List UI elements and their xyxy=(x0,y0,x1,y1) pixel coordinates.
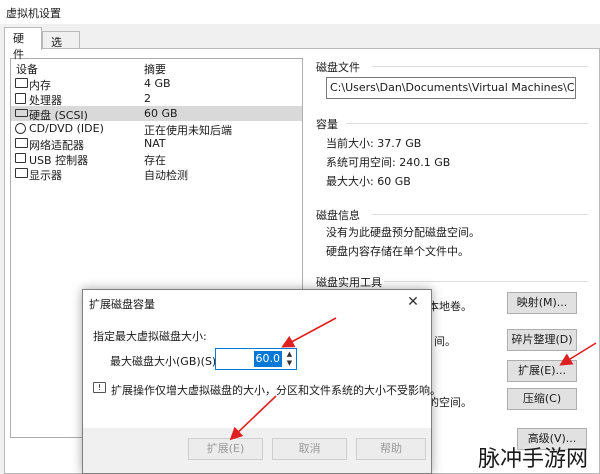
dialog-body: 指定最大虚拟磁盘大小: 最大磁盘大小(GB)(S): 60.0 ▲ ▼ ! 扩展… xyxy=(83,316,441,428)
column-summary[interactable]: 摘要 xyxy=(144,61,166,77)
monitor-icon xyxy=(15,168,28,178)
usb-icon xyxy=(15,153,26,163)
device-row-display[interactable]: 显示器 自动检测 xyxy=(11,166,302,182)
device-summary: 4 GB xyxy=(144,77,171,90)
dialog-prompt: 指定最大虚拟磁盘大小: xyxy=(93,330,207,343)
disk-info-line-2: 硬盘内容存储在单个文件中。 xyxy=(326,245,469,258)
dialog-title: 扩展磁盘容量 xyxy=(89,298,155,311)
capacity-group-label: 容量 xyxy=(316,118,338,131)
device-list-header: 设备 摘要 xyxy=(11,59,302,77)
map-description: 本地卷。 xyxy=(428,300,472,313)
disk-file-group-label: 磁盘文件 xyxy=(316,61,360,74)
device-row-cd-dvd[interactable]: CD/DVD (IDE) 正在使用未知后端 xyxy=(11,121,302,137)
tab-strip: 硬件 选项 xyxy=(0,27,600,65)
info-icon: ! xyxy=(93,382,106,393)
spin-down-icon[interactable]: ▼ xyxy=(284,359,295,368)
network-adapter-icon xyxy=(15,138,28,148)
device-name: 显示器 xyxy=(29,169,62,182)
compact-button[interactable]: 压缩(C) xyxy=(507,388,577,410)
tab-options[interactable]: 选项 xyxy=(42,31,80,65)
device-row-hard-disk[interactable]: 硬盘 (SCSI) 60 GB xyxy=(11,106,302,122)
defrag-description: 间。 xyxy=(434,335,456,348)
memory-icon xyxy=(15,78,28,88)
dialog-cancel-button[interactable]: 取消 xyxy=(272,438,347,460)
dialog-title-bar: 扩展磁盘容量 ✕ xyxy=(83,290,431,316)
close-icon[interactable]: ✕ xyxy=(405,294,421,310)
group-divider xyxy=(346,123,588,124)
expand-disk-dialog: 扩展磁盘容量 ✕ 指定最大虚拟磁盘大小: 最大磁盘大小(GB)(S): 60.0… xyxy=(82,289,441,474)
spin-up-icon[interactable]: ▲ xyxy=(284,350,295,359)
device-summary: NAT xyxy=(144,137,166,150)
tab-hardware[interactable]: 硬件 xyxy=(4,27,42,61)
device-row-usb[interactable]: USB 控制器 存在 xyxy=(11,151,302,167)
dialog-footer: 扩展(E) 取消 帮助 xyxy=(83,428,431,473)
group-divider xyxy=(384,281,588,282)
device-summary: 60 GB xyxy=(144,107,178,120)
window-title: 虚拟机设置 xyxy=(6,7,61,20)
map-button[interactable]: 映射(M)... xyxy=(507,292,577,314)
hard-disk-icon xyxy=(15,109,28,117)
device-name: CD/DVD (IDE) xyxy=(29,122,104,135)
disk-file-path-field[interactable]: C:\Users\Dan\Documents\Virtual Machines\… xyxy=(326,77,576,99)
dialog-help-button[interactable]: 帮助 xyxy=(356,438,426,460)
cpu-icon xyxy=(15,93,26,104)
max-size-spinbox[interactable]: 60.0 ▲ ▼ xyxy=(215,348,297,370)
device-row-cpu[interactable]: 处理器 2 xyxy=(11,91,302,107)
column-device[interactable]: 设备 xyxy=(16,61,38,77)
group-divider xyxy=(372,66,588,67)
device-row-network[interactable]: 网络适配器 NAT xyxy=(11,136,302,152)
watermark: 脉冲手游网 xyxy=(478,447,589,472)
device-row-memory[interactable]: 内存 4 GB xyxy=(11,76,302,92)
title-bar: 虚拟机设置 xyxy=(0,0,600,24)
group-divider xyxy=(372,214,588,215)
max-size-label: 最大磁盘大小(GB)(S): xyxy=(110,355,220,368)
dialog-expand-button[interactable]: 扩展(E) xyxy=(188,438,263,460)
expand-button[interactable]: 扩展(E)... xyxy=(507,360,577,382)
defrag-button[interactable]: 碎片整理(D) xyxy=(507,329,577,351)
current-size-text: 当前大小: 37.7 GB xyxy=(326,137,422,150)
device-summary: 自动检测 xyxy=(144,169,188,182)
dialog-note: 扩展操作仅增大虚拟磁盘的大小，分区和文件系统的大小不受影响。 xyxy=(111,384,441,397)
device-summary: 2 xyxy=(144,92,151,105)
max-size-value[interactable]: 60.0 xyxy=(253,351,282,367)
max-size-text: 最大大小: 60 GB xyxy=(326,175,411,188)
disk-info-line-1: 没有为此硬盘预分配磁盘空间。 xyxy=(326,226,480,239)
cd-dvd-icon xyxy=(15,123,26,134)
disk-info-group-label: 磁盘信息 xyxy=(316,209,360,222)
disk-utils-group-label: 磁盘实用工具 xyxy=(316,276,382,289)
available-space-text: 系统可用空间: 240.1 GB xyxy=(326,156,451,169)
